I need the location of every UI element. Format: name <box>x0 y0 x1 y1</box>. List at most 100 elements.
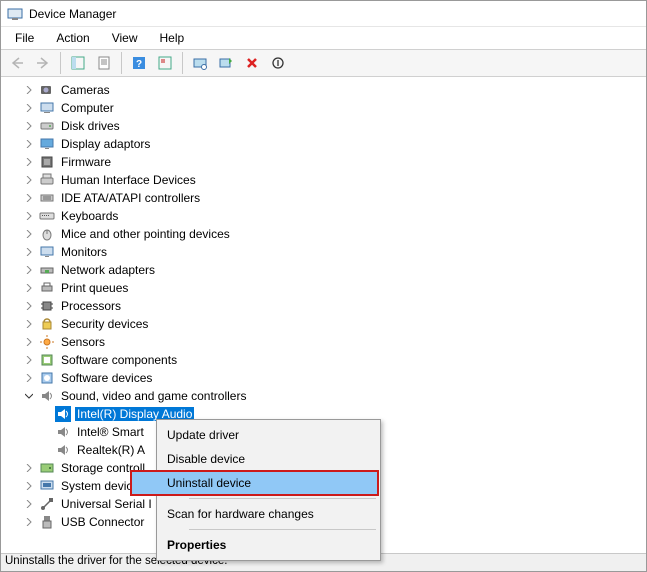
toolbar-divider <box>121 52 122 74</box>
uninstall-button[interactable] <box>240 52 264 74</box>
ctx-uninstall-device[interactable]: Uninstall device <box>131 471 378 495</box>
sound-icon <box>39 388 55 404</box>
tree-node-processors[interactable]: Processors <box>1 297 646 315</box>
action-button[interactable] <box>153 52 177 74</box>
tree-node-hid[interactable]: Human Interface Devices <box>1 171 646 189</box>
ide-icon <box>39 190 55 206</box>
expand-icon[interactable] <box>23 174 35 186</box>
tree-node-printqueues[interactable]: Print queues <box>1 279 646 297</box>
tree-node-displayadaptors[interactable]: Display adaptors <box>1 135 646 153</box>
menu-action[interactable]: Action <box>46 29 99 47</box>
tree-node-keyboards[interactable]: Keyboards <box>1 207 646 225</box>
expand-icon[interactable] <box>23 84 35 96</box>
menu-view[interactable]: View <box>102 29 148 47</box>
expand-icon[interactable] <box>23 210 35 222</box>
expand-icon[interactable] <box>23 102 35 114</box>
keyboard-icon <box>39 208 55 224</box>
tree-label: Computer <box>59 101 116 115</box>
expand-icon[interactable] <box>23 120 35 132</box>
expand-icon[interactable] <box>23 516 35 528</box>
expand-icon[interactable] <box>23 498 35 510</box>
scan-hardware-button[interactable] <box>188 52 212 74</box>
tree-node-network[interactable]: Network adapters <box>1 261 646 279</box>
titlebar: Device Manager <box>1 1 646 27</box>
ctx-properties[interactable]: Properties <box>131 533 378 557</box>
ctx-update-driver[interactable]: Update driver <box>131 423 378 447</box>
tree-label: Sensors <box>59 335 107 349</box>
network-icon <box>39 262 55 278</box>
storage-icon <box>39 460 55 476</box>
tree-label: Sound, video and game controllers <box>59 389 248 403</box>
printer-icon <box>39 280 55 296</box>
expand-icon[interactable] <box>23 336 35 348</box>
computer-icon <box>39 100 55 116</box>
expand-icon[interactable] <box>23 192 35 204</box>
tree-node-cameras[interactable]: Cameras <box>1 81 646 99</box>
tree-node-security[interactable]: Security devices <box>1 315 646 333</box>
update-driver-button[interactable] <box>214 52 238 74</box>
menu-help[interactable]: Help <box>150 29 195 47</box>
processor-icon <box>39 298 55 314</box>
tree-node-monitors[interactable]: Monitors <box>1 243 646 261</box>
context-menu: Update driver Disable device Uninstall d… <box>156 419 381 561</box>
system-icon <box>39 478 55 494</box>
expand-icon[interactable] <box>23 228 35 240</box>
software-component-icon <box>39 352 55 368</box>
expand-icon[interactable] <box>23 372 35 384</box>
svg-text:?: ? <box>136 59 142 70</box>
expand-icon[interactable] <box>23 156 35 168</box>
display-adapter-icon <box>39 136 55 152</box>
expand-icon[interactable] <box>23 354 35 366</box>
tree-node-sound[interactable]: Sound, video and game controllers <box>1 387 646 405</box>
tree-label: Cameras <box>59 83 112 97</box>
hid-icon <box>39 172 55 188</box>
tree-label: Keyboards <box>59 209 120 223</box>
app-icon <box>7 6 23 22</box>
tree-node-computer[interactable]: Computer <box>1 99 646 117</box>
properties-button[interactable] <box>92 52 116 74</box>
tree-node-mice[interactable]: Mice and other pointing devices <box>1 225 646 243</box>
ctx-scan-hardware[interactable]: Scan for hardware changes <box>131 502 378 526</box>
tree-node-diskdrives[interactable]: Disk drives <box>1 117 646 135</box>
ctx-separator <box>189 529 376 530</box>
expand-icon[interactable] <box>23 138 35 150</box>
mouse-icon <box>39 226 55 242</box>
expand-icon[interactable] <box>23 480 35 492</box>
usb-icon <box>39 496 55 512</box>
back-button[interactable] <box>5 52 29 74</box>
menu-file[interactable]: File <box>5 29 44 47</box>
tree-node-softdev[interactable]: Software devices <box>1 369 646 387</box>
monitor-icon <box>39 244 55 260</box>
usb-connector-icon <box>39 514 55 530</box>
collapse-icon[interactable] <box>23 390 35 402</box>
tree-node-sensors[interactable]: Sensors <box>1 333 646 351</box>
tree-node-ide[interactable]: IDE ATA/ATAPI controllers <box>1 189 646 207</box>
show-hide-tree-button[interactable] <box>66 52 90 74</box>
expand-icon[interactable] <box>23 318 35 330</box>
tree-label: Display adaptors <box>59 137 152 151</box>
tree-label: Disk drives <box>59 119 122 133</box>
disable-button[interactable] <box>266 52 290 74</box>
tree-label: Software devices <box>59 371 154 385</box>
ctx-disable-device[interactable]: Disable device <box>131 447 378 471</box>
tree-label: Monitors <box>59 245 109 259</box>
expand-icon[interactable] <box>23 246 35 258</box>
security-icon <box>39 316 55 332</box>
disk-icon <box>39 118 55 134</box>
ctx-separator <box>189 498 376 499</box>
forward-button[interactable] <box>31 52 55 74</box>
tree-node-softcomp[interactable]: Software components <box>1 351 646 369</box>
expand-icon[interactable] <box>23 264 35 276</box>
camera-icon <box>39 82 55 98</box>
tree-label: Human Interface Devices <box>59 173 198 187</box>
tree-label: Processors <box>59 299 123 313</box>
help-button[interactable]: ? <box>127 52 151 74</box>
expand-icon[interactable] <box>23 282 35 294</box>
toolbar-divider <box>182 52 183 74</box>
expand-icon[interactable] <box>23 462 35 474</box>
tree-label: Network adapters <box>59 263 157 277</box>
tree-node-firmware[interactable]: Firmware <box>1 153 646 171</box>
tree-label: Mice and other pointing devices <box>59 227 232 241</box>
expand-icon[interactable] <box>23 300 35 312</box>
toolbar: ? <box>1 49 646 77</box>
